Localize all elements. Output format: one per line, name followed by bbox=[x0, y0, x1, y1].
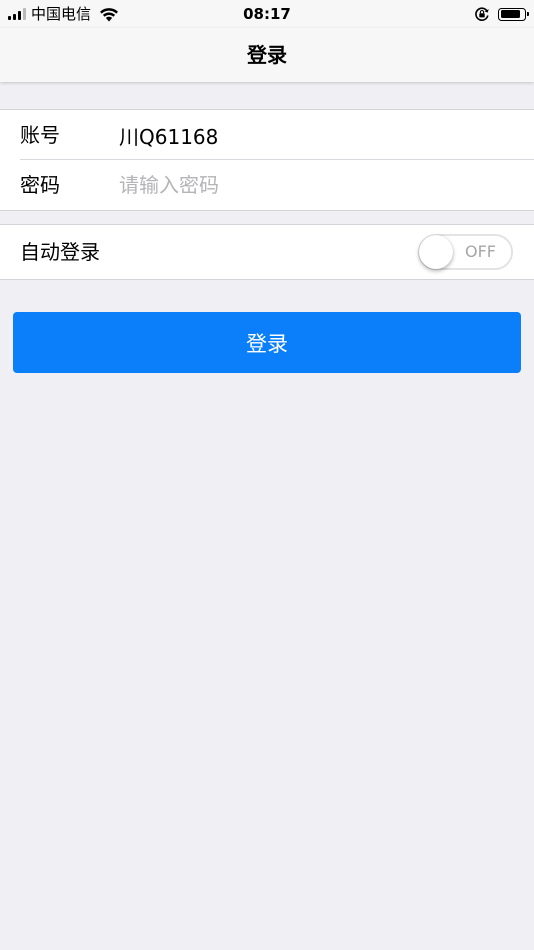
battery-icon bbox=[498, 7, 529, 21]
page-title: 登录 bbox=[247, 43, 287, 67]
account-row: 账号 bbox=[0, 110, 534, 160]
login-form: 账号 密码 bbox=[0, 109, 534, 211]
status-bar-right bbox=[474, 5, 529, 23]
account-label: 账号 bbox=[20, 123, 60, 147]
battery-fill bbox=[500, 10, 521, 18]
toggle-knob bbox=[419, 235, 453, 269]
auto-login-row: 自动登录 OFF bbox=[0, 224, 534, 280]
password-row: 密码 bbox=[0, 159, 534, 210]
auto-login-toggle[interactable]: OFF bbox=[418, 234, 513, 270]
status-bar: 中国电信 08:17 bbox=[0, 0, 534, 28]
status-time: 08:17 bbox=[243, 5, 291, 23]
navigation-bar: 登录 bbox=[0, 28, 534, 82]
login-button[interactable]: 登录 bbox=[13, 312, 521, 373]
account-input[interactable] bbox=[119, 115, 509, 155]
password-input[interactable] bbox=[119, 165, 509, 205]
rotation-lock-icon bbox=[475, 7, 489, 21]
password-label: 密码 bbox=[20, 173, 60, 197]
toggle-state-text: OFF bbox=[465, 242, 496, 261]
auto-login-label: 自动登录 bbox=[20, 240, 100, 264]
